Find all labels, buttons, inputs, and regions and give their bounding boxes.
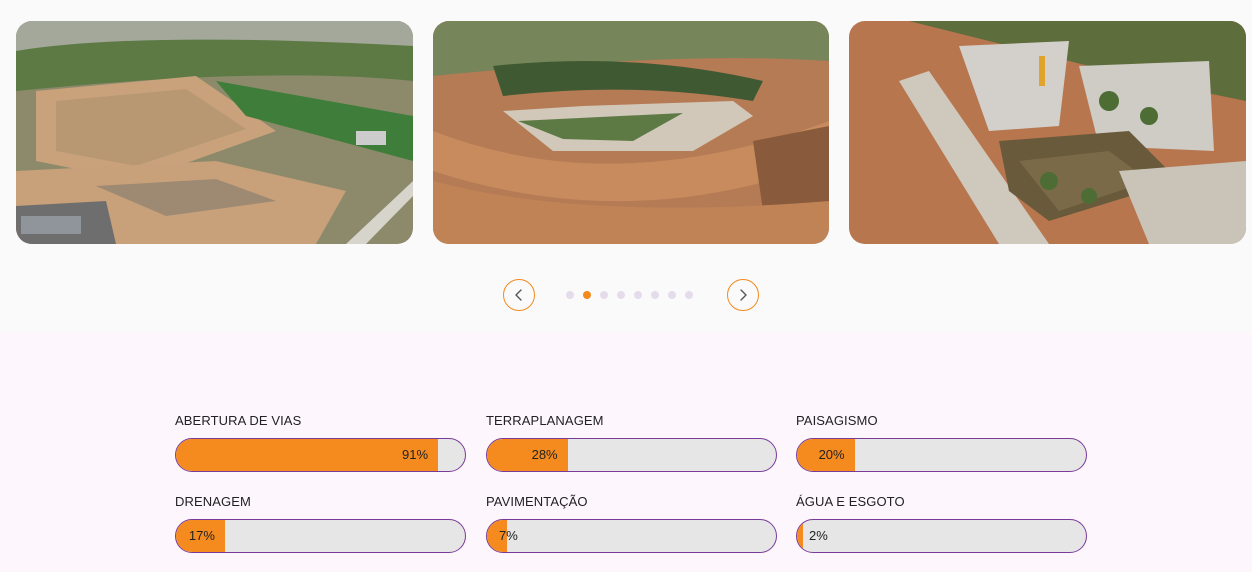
gallery-slide-dirt-road[interactable]: [433, 21, 829, 244]
chevron-left-icon: [515, 289, 522, 301]
dirt-road-curve-photo: [433, 21, 829, 244]
progress-value: 7%: [499, 528, 518, 543]
pagination-dot[interactable]: [634, 291, 642, 299]
progress-label: PAVIMENTAÇÃO: [486, 494, 588, 509]
progress-fill: [176, 439, 439, 471]
pagination-dot[interactable]: [566, 291, 574, 299]
progress-value: 2%: [809, 528, 828, 543]
photo-gallery: [0, 0, 1252, 332]
progress-track: 7%: [486, 519, 777, 553]
pagination-dot[interactable]: [600, 291, 608, 299]
progress-pavimentacao: PAVIMENTAÇÃO 7%: [486, 493, 777, 553]
progress-track: 28%: [486, 438, 777, 472]
gallery-slide-park-construction[interactable]: [849, 21, 1246, 244]
progress-value: 91%: [402, 447, 429, 462]
progress-label: TERRAPLANAGEM: [486, 413, 604, 428]
gallery-prev-button[interactable]: [503, 279, 535, 311]
progress-label: ABERTURA DE VIAS: [175, 413, 302, 428]
progress-value: 20%: [818, 447, 845, 462]
gallery-pagination: [566, 291, 693, 299]
progress-section: ABERTURA DE VIAS 91% TERRAPLANAGEM 28% P…: [0, 332, 1252, 572]
progress-label: PAISAGISMO: [796, 413, 878, 428]
progress-agua-e-esgoto: ÁGUA E ESGOTO 2%: [796, 493, 1087, 553]
pagination-dot[interactable]: [651, 291, 659, 299]
gallery-next-button[interactable]: [727, 279, 759, 311]
park-construction-photo: [849, 21, 1246, 244]
progress-abertura-de-vias: ABERTURA DE VIAS 91%: [175, 412, 466, 472]
progress-terraplanagem: TERRAPLANAGEM 28%: [486, 412, 777, 472]
progress-value: 17%: [188, 528, 215, 543]
gallery-slide-aerial-overview[interactable]: [16, 21, 413, 244]
progress-drenagem: DRENAGEM 17%: [175, 493, 466, 553]
progress-label: DRENAGEM: [175, 494, 251, 509]
aerial-overview-photo: [16, 21, 413, 244]
pagination-dot-active[interactable]: [583, 291, 591, 299]
pagination-dot[interactable]: [668, 291, 676, 299]
progress-paisagismo: PAISAGISMO 20%: [796, 412, 1087, 472]
pagination-dot[interactable]: [617, 291, 625, 299]
progress-track: 20%: [796, 438, 1087, 472]
pagination-dot[interactable]: [685, 291, 693, 299]
progress-label: ÁGUA E ESGOTO: [796, 494, 905, 509]
progress-track: 17%: [175, 519, 466, 553]
progress-track: 91%: [175, 438, 466, 472]
progress-fill: [797, 520, 803, 552]
chevron-right-icon: [740, 289, 747, 301]
progress-value: 28%: [531, 447, 558, 462]
progress-track: 2%: [796, 519, 1087, 553]
